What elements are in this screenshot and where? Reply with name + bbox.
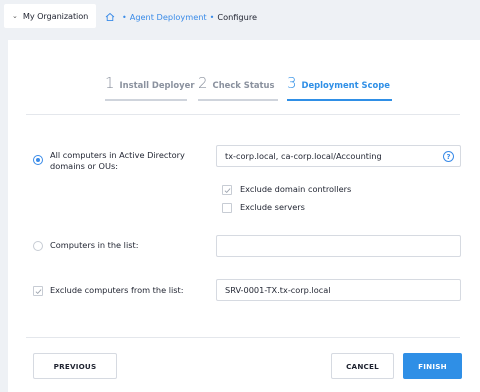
finish-button[interactable]: FINISH [403, 353, 462, 379]
checkmark-icon [35, 288, 41, 294]
ad-scope-label: All computers in Active Directory domain… [50, 150, 185, 172]
exclude-domain-controllers-label: Exclude domain controllers [240, 184, 352, 194]
computer-list-label: Computers in the list: [50, 240, 139, 250]
breadcrumb-separator: • [122, 12, 127, 22]
computer-list-input[interactable] [216, 235, 461, 257]
cancel-button[interactable]: CANCEL [331, 353, 394, 379]
exclude-computers-value: SRV-0001-TX.tx-corp.local [225, 285, 331, 295]
exclude-computers-checkbox[interactable] [33, 286, 43, 296]
wizard-card: 1 Install Deployer 2 Check Status 3 Depl… [8, 40, 480, 392]
step-label: Deployment Scope [301, 80, 390, 90]
help-icon[interactable]: ? [443, 151, 454, 162]
breadcrumb: • Agent Deployment • Configure [105, 12, 257, 22]
step-label: Install Deployer [119, 80, 195, 90]
ad-scope-label-line2: domains or OUs: [50, 161, 118, 171]
step-indicator [198, 99, 278, 101]
computer-list-radio[interactable] [33, 241, 43, 251]
exclude-domain-controllers-checkbox[interactable] [222, 185, 232, 195]
ad-scope-label-line1: All computers in Active Directory [50, 150, 185, 160]
breadcrumb-separator: • [209, 12, 215, 22]
exclude-computers-label: Exclude computers from the list: [50, 285, 184, 295]
step-number: 3 [287, 74, 297, 92]
step-label: Check Status [212, 80, 275, 90]
checkmark-icon [224, 187, 230, 193]
step-indicator [105, 99, 187, 101]
step-number: 1 [105, 74, 115, 92]
step-number: 2 [198, 74, 208, 92]
breadcrumb-agent-deployment[interactable]: Agent Deployment [130, 12, 207, 22]
organization-switcher[interactable]: ⌄ My Organization [4, 4, 96, 28]
organization-label: My Organization [22, 11, 89, 21]
home-icon[interactable] [105, 12, 115, 22]
divider [26, 114, 460, 115]
previous-button[interactable]: PREVIOUS [33, 353, 117, 379]
exclude-computers-input[interactable]: SRV-0001-TX.tx-corp.local [216, 279, 461, 301]
chevron-down-icon: ⌄ [12, 12, 18, 20]
step-deployment-scope[interactable]: 3 Deployment Scope [287, 74, 390, 100]
divider [26, 337, 460, 338]
step-indicator-active [287, 99, 392, 101]
wizard-stepper: 1 Install Deployer 2 Check Status 3 Depl… [8, 74, 480, 102]
ad-scope-radio[interactable] [33, 155, 43, 165]
ad-domains-input[interactable]: tx-corp.local, ca-corp.local/Accounting … [216, 145, 461, 167]
ad-domains-value: tx-corp.local, ca-corp.local/Accounting [225, 151, 382, 161]
breadcrumb-current: Configure [217, 12, 258, 22]
exclude-servers-checkbox[interactable] [222, 203, 232, 213]
top-bar: ⌄ My Organization • Agent Deployment • C… [0, 0, 480, 36]
exclude-servers-label: Exclude servers [240, 202, 305, 212]
step-check-status[interactable]: 2 Check Status [198, 74, 274, 100]
step-install-deployer[interactable]: 1 Install Deployer [105, 74, 194, 100]
